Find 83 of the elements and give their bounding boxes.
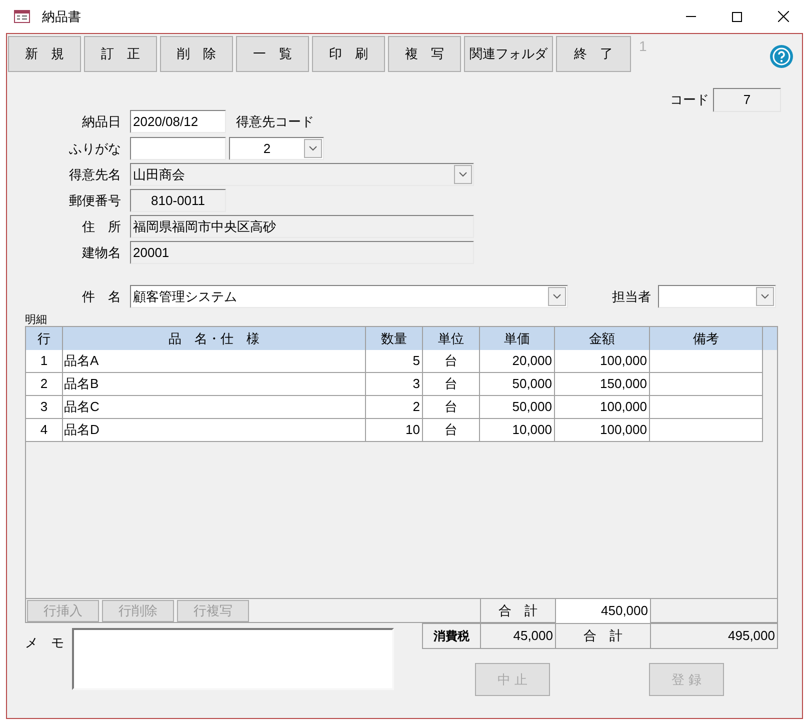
read-only-field[interactable]: 810-0011 (130, 189, 226, 212)
chevron-down-icon (459, 172, 467, 177)
table-cell: 100,000 (555, 350, 650, 372)
dropdown-button[interactable] (454, 165, 472, 184)
combo-box[interactable]: 顧客管理システム (130, 285, 568, 308)
dropdown-button[interactable] (756, 287, 774, 306)
table-cell: 品名C (63, 396, 366, 418)
combo-box[interactable] (658, 285, 776, 308)
minimize-icon (686, 16, 696, 17)
field-label: 郵便番号 (68, 192, 122, 210)
table-cell: 台 (423, 396, 480, 418)
window-title: 納品書 (42, 8, 81, 26)
field-label: 担当者 (612, 288, 652, 306)
dropdown-button[interactable] (548, 287, 566, 306)
column-header: 単価 (480, 327, 555, 350)
header-background (763, 327, 777, 350)
column-header: 行 (26, 327, 63, 350)
record-number: 1 (639, 37, 647, 56)
table-cell: 20,000 (480, 350, 555, 372)
table-cell: 品名A (63, 350, 366, 372)
table-cell: 2 (26, 373, 63, 395)
total-label: 合 計 (555, 624, 650, 648)
section-label: 明細 (25, 315, 48, 326)
table-cell: 2 (366, 396, 423, 418)
toolbar-button[interactable]: 一 覧 (236, 36, 309, 72)
combo-box[interactable]: 2 (229, 137, 324, 160)
maximize-icon (732, 12, 742, 22)
field-label: 住 所 (81, 218, 122, 236)
subtotal-value: 450,000 (555, 599, 650, 623)
field-label: 件 名 (81, 288, 122, 306)
input-field[interactable] (130, 137, 226, 160)
column-header: 金額 (555, 327, 650, 350)
toolbar-button[interactable]: 関連フォルダ (464, 36, 553, 72)
table-cell: 品名D (63, 419, 366, 441)
help-icon[interactable] (770, 45, 793, 68)
column-header: 単位 (423, 327, 480, 350)
field-label: ふりがな (68, 140, 122, 158)
table-cell: 3 (26, 396, 63, 418)
read-only-field[interactable]: 福岡県福岡市中央区高砂 (130, 215, 474, 238)
table-cell: 5 (366, 350, 423, 372)
table-cell: 10,000 (480, 419, 555, 441)
table-cell: 50,000 (480, 373, 555, 395)
table-cell: 4 (26, 419, 63, 441)
table-cell: 100,000 (555, 419, 650, 441)
column-header: 品 名・仕 様 (63, 327, 366, 350)
table-cell: 1 (26, 350, 63, 372)
memo-field[interactable] (72, 628, 394, 690)
table-cell: 10 (366, 419, 423, 441)
field-label: コード (670, 91, 709, 110)
field-label: 建物名 (81, 244, 122, 262)
toolbar-button[interactable]: 複 写 (388, 36, 461, 72)
toolbar-button[interactable]: 終 了 (556, 36, 631, 72)
toolbar-button[interactable]: 印 刷 (312, 36, 385, 72)
form-icon (14, 10, 30, 23)
table-cell: 100,000 (555, 396, 650, 418)
field-label: 得意先コード (236, 112, 314, 131)
tax-value: 45,000 (480, 624, 555, 648)
column-header: 備考 (650, 327, 763, 350)
read-only-field[interactable]: 20001 (130, 241, 474, 264)
chevron-down-icon (761, 294, 769, 299)
table-cell: 3 (366, 373, 423, 395)
column-header: 数量 (366, 327, 423, 350)
field-label: メ モ (25, 634, 65, 652)
code-field: 7 (713, 88, 781, 112)
close-icon (778, 11, 788, 22)
toolbar-button[interactable]: 新 規 (8, 36, 81, 72)
field-label: 得意先名 (68, 166, 122, 184)
chevron-down-icon (553, 294, 561, 299)
toolbar-button[interactable]: 削 除 (160, 36, 233, 72)
total-value: 495,000 (650, 624, 777, 648)
tax-label: 消費税 (432, 628, 470, 645)
field-label: 納品日 (81, 112, 122, 131)
input-field[interactable]: 2020/08/12 (130, 110, 226, 133)
chevron-down-icon (309, 146, 317, 151)
dropdown-button[interactable] (304, 139, 322, 158)
table-cell: 品名B (63, 373, 366, 395)
combo-box[interactable]: 山田商会 (130, 163, 474, 186)
table-cell: 台 (423, 419, 480, 441)
table-cell: 50,000 (480, 396, 555, 418)
table-cell: 台 (423, 373, 480, 395)
toolbar-button[interactable]: 訂 正 (84, 36, 157, 72)
table-cell: 台 (423, 350, 480, 372)
table-cell: 150,000 (555, 373, 650, 395)
